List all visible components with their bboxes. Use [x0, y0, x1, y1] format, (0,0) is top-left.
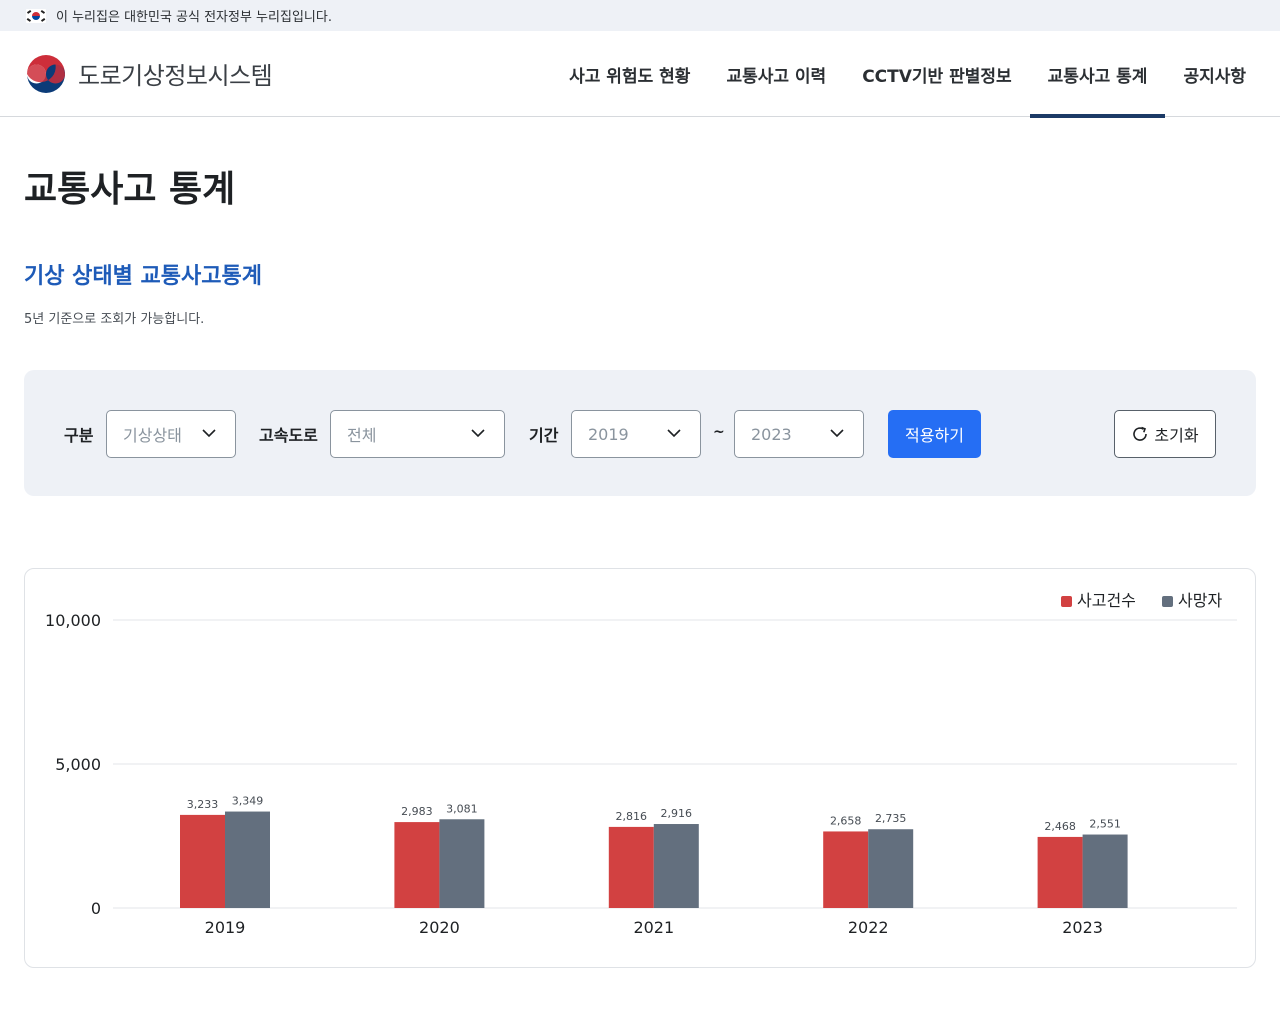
section-title: 기상 상태별 교통사고통계: [24, 264, 262, 289]
accident-chart: 0 5,000 10,000 3,233 3,349 2019 2,983 3,081 2020…: [24, 568, 1256, 968]
period-to-value: 2023: [751, 424, 792, 444]
data-label: 2,816: [616, 810, 648, 823]
y-tick-label: 0: [91, 899, 101, 918]
reset-label: 초기화: [1154, 426, 1199, 445]
bar-accidents: [823, 831, 869, 908]
chevron-down-icon: [202, 429, 216, 438]
highway-select-value: 전체: [347, 426, 377, 445]
bar-accidents: [1037, 836, 1083, 908]
legend-swatch: [1061, 596, 1072, 607]
chevron-down-icon: [667, 429, 681, 438]
data-label: 2,468: [1044, 820, 1076, 833]
korea-flag-icon: [26, 8, 46, 23]
gov-banner: 이 누리집은 대한민국 공식 전자정부 누리집입니다.: [0, 0, 1280, 31]
site-title: 도로기상정보시스템: [78, 62, 273, 90]
x-tick-label: 2019: [205, 918, 246, 937]
refresh-icon: [1133, 426, 1148, 441]
filter-panel: 구분 기상상태 고속도로 전체 기간 2019 ~ 2023 적용하기 초기화: [24, 370, 1256, 496]
bar-deaths: [225, 811, 270, 908]
chevron-down-icon: [471, 429, 485, 438]
nav-cctv-info[interactable]: CCTV기반 판별정보: [844, 31, 1029, 117]
legend-label: 사고건수: [1077, 591, 1136, 610]
bar-deaths: [439, 819, 485, 908]
data-label: 3,349: [232, 795, 264, 808]
category-select-value: 기상상태: [123, 426, 182, 445]
nav-accident-stats[interactable]: 교통사고 통계: [1029, 31, 1166, 118]
period-label: 기간: [529, 426, 559, 445]
bar-accidents: [394, 822, 440, 908]
data-label: 2,916: [661, 807, 693, 820]
page-title: 교통사고 통계: [24, 169, 236, 210]
legend-swatch: [1162, 596, 1173, 607]
data-label: 2,658: [830, 814, 862, 827]
site-logo[interactable]: 도로기상정보시스템: [24, 52, 273, 96]
x-tick-label: 2020: [419, 918, 460, 937]
period-from-value: 2019: [588, 424, 629, 444]
legend-label: 사망자: [1178, 591, 1222, 610]
data-label: 2,735: [875, 812, 907, 825]
bar-chart: 0 5,000 10,000 3,233 3,349 2019 2,983 3,081 2020…: [45, 591, 1237, 937]
data-label: 3,081: [446, 802, 478, 815]
x-tick-label: 2023: [1062, 918, 1103, 937]
gov-banner-text: 이 누리집은 대한민국 공식 전자정부 누리집입니다.: [56, 10, 332, 25]
highway-label: 고속도로: [259, 426, 318, 445]
x-tick-label: 2021: [633, 918, 674, 937]
apply-button[interactable]: 적용하기: [888, 410, 981, 458]
data-label: 3,233: [187, 798, 219, 811]
bar-accidents: [608, 826, 654, 908]
reset-button[interactable]: 초기화: [1114, 410, 1216, 458]
nav-accident-history[interactable]: 교통사고 이력: [708, 31, 844, 117]
bar-deaths: [653, 824, 699, 908]
y-tick-label: 10,000: [45, 611, 101, 630]
y-tick-label: 5,000: [55, 755, 101, 774]
category-select[interactable]: 기상상태: [106, 410, 236, 458]
bar-deaths: [1082, 834, 1128, 908]
data-label: 2,983: [401, 805, 433, 818]
government-emblem-icon: [25, 52, 67, 95]
nav-accident-risk[interactable]: 사고 위험도 현황: [551, 31, 708, 117]
period-to-select[interactable]: 2023: [734, 410, 864, 458]
x-tick-label: 2022: [848, 918, 889, 937]
main-nav: 사고 위험도 현황 교통사고 이력 CCTV기반 판별정보 교통사고 통계 공지…: [551, 31, 1280, 118]
bar-accidents: [180, 814, 225, 908]
period-from-select[interactable]: 2019: [571, 410, 701, 458]
section-description: 5년 기준으로 조회가 가능합니다.: [24, 312, 205, 327]
bar-deaths: [868, 829, 914, 908]
nav-notice[interactable]: 공지사항: [1165, 31, 1280, 117]
data-label: 2,551: [1089, 818, 1121, 831]
chevron-down-icon: [830, 429, 844, 438]
period-separator: ~: [713, 424, 725, 440]
category-label: 구분: [64, 426, 94, 445]
site-header: 도로기상정보시스템 사고 위험도 현황 교통사고 이력 CCTV기반 판별정보 …: [0, 31, 1280, 118]
highway-select[interactable]: 전체: [330, 410, 505, 458]
